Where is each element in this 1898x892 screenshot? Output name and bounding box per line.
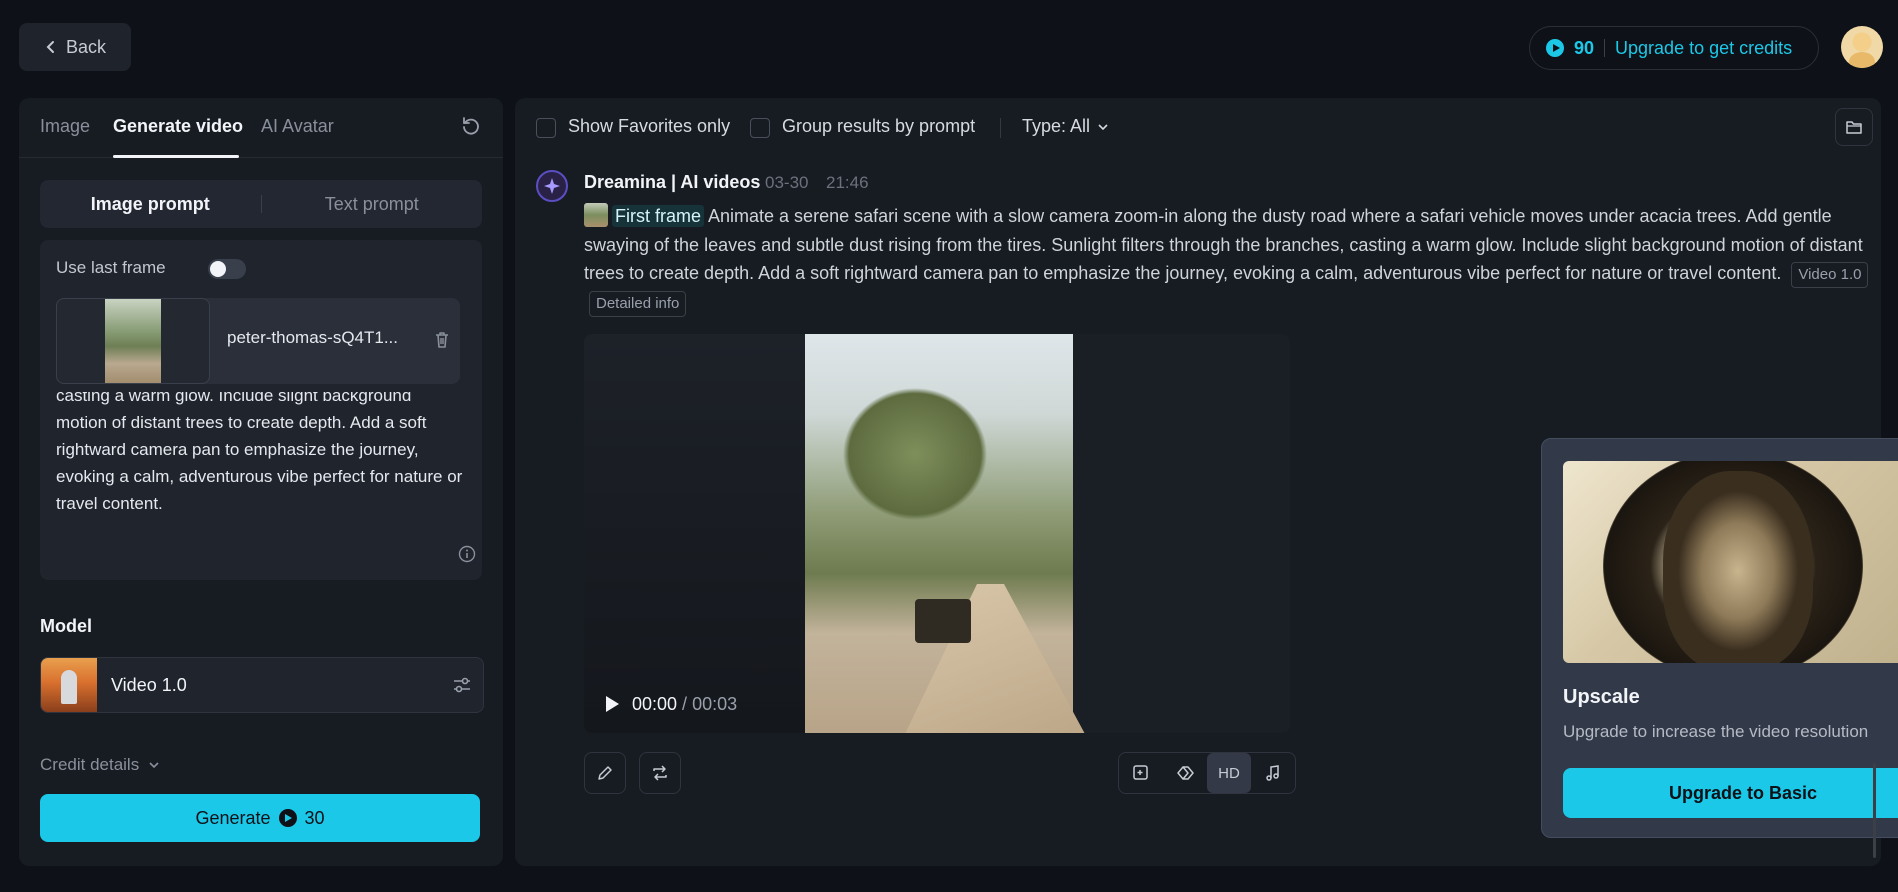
uploaded-file-name: peter-thomas-sQ4T1... bbox=[227, 328, 399, 347]
folder-button[interactable] bbox=[1835, 108, 1873, 146]
extend-button[interactable] bbox=[1119, 753, 1163, 793]
upscale-preview-image bbox=[1563, 461, 1898, 663]
active-tab-indicator bbox=[113, 155, 239, 158]
play-icon[interactable] bbox=[604, 695, 620, 713]
safari-thumbnail bbox=[105, 299, 161, 383]
use-last-frame-label: Use last frame bbox=[56, 258, 166, 277]
video-player[interactable]: 00:00 / 00:03 bbox=[584, 334, 1290, 733]
video-letterbox bbox=[584, 334, 805, 733]
popover-subtitle: Upgrade to increase the video resolution bbox=[1563, 722, 1869, 741]
model-selector[interactable]: Video 1.0 bbox=[40, 657, 484, 713]
user-avatar[interactable] bbox=[1841, 26, 1883, 68]
trash-icon[interactable] bbox=[432, 330, 452, 350]
safari-vehicle bbox=[915, 599, 971, 643]
favorites-checkbox[interactable] bbox=[536, 118, 556, 138]
model-label: Model bbox=[40, 616, 92, 636]
tab-generate-video[interactable]: Generate video bbox=[113, 116, 243, 137]
credit-coin-icon bbox=[278, 809, 297, 827]
hd-upscale-button[interactable]: HD bbox=[1207, 753, 1251, 793]
uploaded-image-thumbnail[interactable] bbox=[56, 298, 210, 384]
video-time: 00:00 / 00:03 bbox=[632, 694, 738, 714]
back-button[interactable]: Back bbox=[19, 23, 131, 71]
prompt-text-area[interactable]: casting a warm glow. Include slight back… bbox=[40, 392, 482, 542]
uploaded-image: peter-thomas-sQ4T1... bbox=[56, 298, 460, 384]
chevron-down-icon bbox=[149, 762, 159, 769]
prompt-mode-toggle: Image prompt Text prompt bbox=[40, 180, 482, 228]
folder-icon bbox=[1846, 121, 1862, 134]
first-frame-tag[interactable]: First frame bbox=[612, 205, 705, 227]
prompt-card: Use last frame peter-thomas-sQ4T1... cas… bbox=[40, 240, 482, 580]
chevron-down-icon bbox=[1098, 123, 1108, 130]
use-last-frame-toggle[interactable] bbox=[208, 259, 246, 279]
video-frame bbox=[805, 334, 1085, 733]
video-duration: 00:03 bbox=[692, 694, 738, 714]
upgrade-credits-link[interactable]: Upgrade to get credits bbox=[1615, 38, 1792, 59]
generate-button[interactable]: Generate 30 bbox=[40, 794, 480, 842]
left-panel: Image Generate video AI Avatar Image pro… bbox=[19, 98, 503, 866]
edit-button[interactable] bbox=[584, 752, 626, 794]
upgrade-to-basic-button[interactable]: Upgrade to Basic bbox=[1563, 768, 1898, 818]
type-filter-label: Type: All bbox=[1022, 116, 1091, 136]
interpolate-button[interactable] bbox=[1163, 753, 1207, 793]
info-icon[interactable] bbox=[458, 545, 476, 563]
credit-coin-icon bbox=[1546, 39, 1564, 57]
entry-time: 21:46 bbox=[826, 173, 869, 192]
credits-pill[interactable]: 90 Upgrade to get credits bbox=[1529, 26, 1819, 70]
entry-prompt: First frame Animate a serene safari scene… bbox=[584, 202, 1874, 317]
source-name: Dreamina | AI videos bbox=[584, 172, 761, 192]
credit-details-label: Credit details bbox=[40, 755, 140, 774]
results-scrollbar[interactable] bbox=[1873, 763, 1876, 858]
filter-bar: Show Favorites only Group results by pro… bbox=[515, 98, 1881, 158]
chevron-left-icon bbox=[46, 41, 54, 53]
image-prompt-button[interactable]: Image prompt bbox=[40, 194, 261, 215]
tab-image[interactable]: Image bbox=[40, 116, 90, 137]
credits-count: 90 bbox=[1574, 37, 1595, 58]
repeat-icon bbox=[653, 765, 667, 781]
current-time: 00:00 bbox=[632, 694, 678, 714]
diamond-icon bbox=[1177, 766, 1194, 780]
add-frame-icon bbox=[1133, 765, 1148, 780]
group-checkbox[interactable] bbox=[750, 118, 770, 138]
generate-label: Generate bbox=[195, 807, 271, 828]
reset-icon[interactable] bbox=[460, 115, 482, 137]
model-thumbnail bbox=[41, 658, 97, 712]
text-prompt-button[interactable]: Text prompt bbox=[262, 194, 483, 215]
preview-face bbox=[1663, 471, 1813, 663]
audio-button[interactable] bbox=[1251, 753, 1295, 793]
pencil-icon bbox=[598, 766, 612, 780]
type-filter-dropdown[interactable]: Type: All bbox=[1022, 116, 1110, 137]
filter-divider bbox=[1000, 118, 1001, 138]
mode-tabs: Image Generate video AI Avatar bbox=[19, 98, 503, 158]
group-label[interactable]: Group results by prompt bbox=[782, 116, 975, 137]
entry-description: Animate a serene safari scene with a slo… bbox=[584, 206, 1863, 283]
prompt-textarea[interactable]: casting a warm glow. Include slight back… bbox=[56, 392, 466, 517]
tab-ai-avatar[interactable]: AI Avatar bbox=[261, 116, 334, 137]
first-frame-thumbnail[interactable] bbox=[584, 203, 608, 227]
entry-date: 03-30 bbox=[765, 173, 809, 192]
video-toolbar: HD bbox=[1118, 752, 1296, 794]
upscale-popover: Upscale Upgrade to increase the video re… bbox=[1541, 438, 1898, 838]
generate-cost: 30 bbox=[304, 807, 325, 828]
model-chip: Video 1.0 bbox=[1791, 262, 1869, 288]
detailed-info-chip[interactable]: Detailed info bbox=[589, 291, 687, 317]
favorites-label[interactable]: Show Favorites only bbox=[568, 116, 730, 137]
music-note-icon bbox=[1266, 765, 1279, 781]
results-panel: Show Favorites only Group results by pro… bbox=[515, 98, 1898, 866]
regenerate-button[interactable] bbox=[639, 752, 681, 794]
dreamina-logo-icon bbox=[536, 170, 568, 202]
sliders-icon[interactable] bbox=[451, 674, 473, 696]
model-name: Video 1.0 bbox=[111, 675, 187, 695]
credit-details-toggle[interactable]: Credit details bbox=[40, 755, 161, 775]
back-label: Back bbox=[65, 36, 107, 57]
pill-divider bbox=[1604, 39, 1606, 57]
popover-title: Upscale bbox=[1563, 686, 1640, 708]
